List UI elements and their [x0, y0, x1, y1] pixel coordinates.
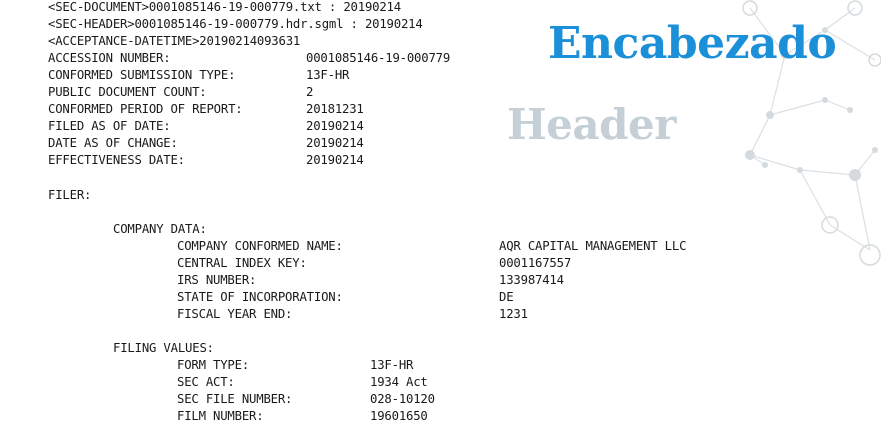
summary-value: 20190214: [306, 153, 364, 167]
sec-header-line: <SEC-HEADER>0001085146-19-000779.hdr.sgm…: [48, 17, 423, 31]
company-data-field-value: 133987414: [499, 273, 564, 287]
company-data-field-label: CENTRAL INDEX KEY:: [177, 256, 307, 270]
summary-label: FILED AS OF DATE:: [48, 119, 171, 133]
filing-values-field-label: FORM TYPE:: [177, 358, 250, 372]
sec-document-line: <SEC-DOCUMENT>0001085146-19-000779.txt :…: [48, 0, 401, 14]
filing-values-field-value: 19601650: [370, 409, 428, 423]
company-data-field-value: DE: [499, 290, 514, 304]
filing-values-field-label: FILM NUMBER:: [177, 409, 264, 423]
summary-value: 20181231: [306, 102, 364, 116]
filing-values-field-label: SEC FILE NUMBER:: [177, 392, 293, 406]
company-data-field-value: 0001167557: [499, 256, 572, 270]
filer-label: FILER:: [48, 188, 92, 202]
summary-label: CONFORMED PERIOD OF REPORT:: [48, 102, 243, 116]
acceptance-datetime-line: <ACCEPTANCE-DATETIME>20190214093631: [48, 34, 301, 48]
company-data-field-label: FISCAL YEAR END:: [177, 307, 293, 321]
summary-value: 0001085146-19-000779: [306, 51, 451, 65]
filing-values-field-label: SEC ACT:: [177, 375, 235, 389]
summary-label: CONFORMED SUBMISSION TYPE:: [48, 68, 236, 82]
summary-label: ACCESSION NUMBER:: [48, 51, 171, 65]
company-data-label: COMPANY DATA:: [113, 222, 207, 236]
summary-value: 20190214: [306, 136, 364, 150]
summary-label: EFFECTIVENESS DATE:: [48, 153, 185, 167]
company-data-field-label: IRS NUMBER:: [177, 273, 257, 287]
filing-values-label: FILING VALUES:: [113, 341, 214, 355]
summary-value: 20190214: [306, 119, 364, 133]
summary-label: PUBLIC DOCUMENT COUNT:: [48, 85, 207, 99]
company-data-field-label: COMPANY CONFORMED NAME:: [177, 239, 343, 253]
company-data-field-value: AQR CAPITAL MANAGEMENT LLC: [499, 239, 687, 253]
company-data-field-label: STATE OF INCORPORATION:: [177, 290, 343, 304]
title-english: Header: [507, 100, 676, 149]
title-spanish: Encabezado: [548, 18, 837, 69]
filing-values-field-value: 028-10120: [370, 392, 435, 406]
company-data-field-value: 1231: [499, 307, 528, 321]
summary-value: 2: [306, 85, 314, 99]
summary-label: DATE AS OF CHANGE:: [48, 136, 178, 150]
filing-values-field-value: 1934 Act: [370, 375, 428, 389]
summary-value: 13F-HR: [306, 68, 350, 82]
filing-values-field-value: 13F-HR: [370, 358, 414, 372]
